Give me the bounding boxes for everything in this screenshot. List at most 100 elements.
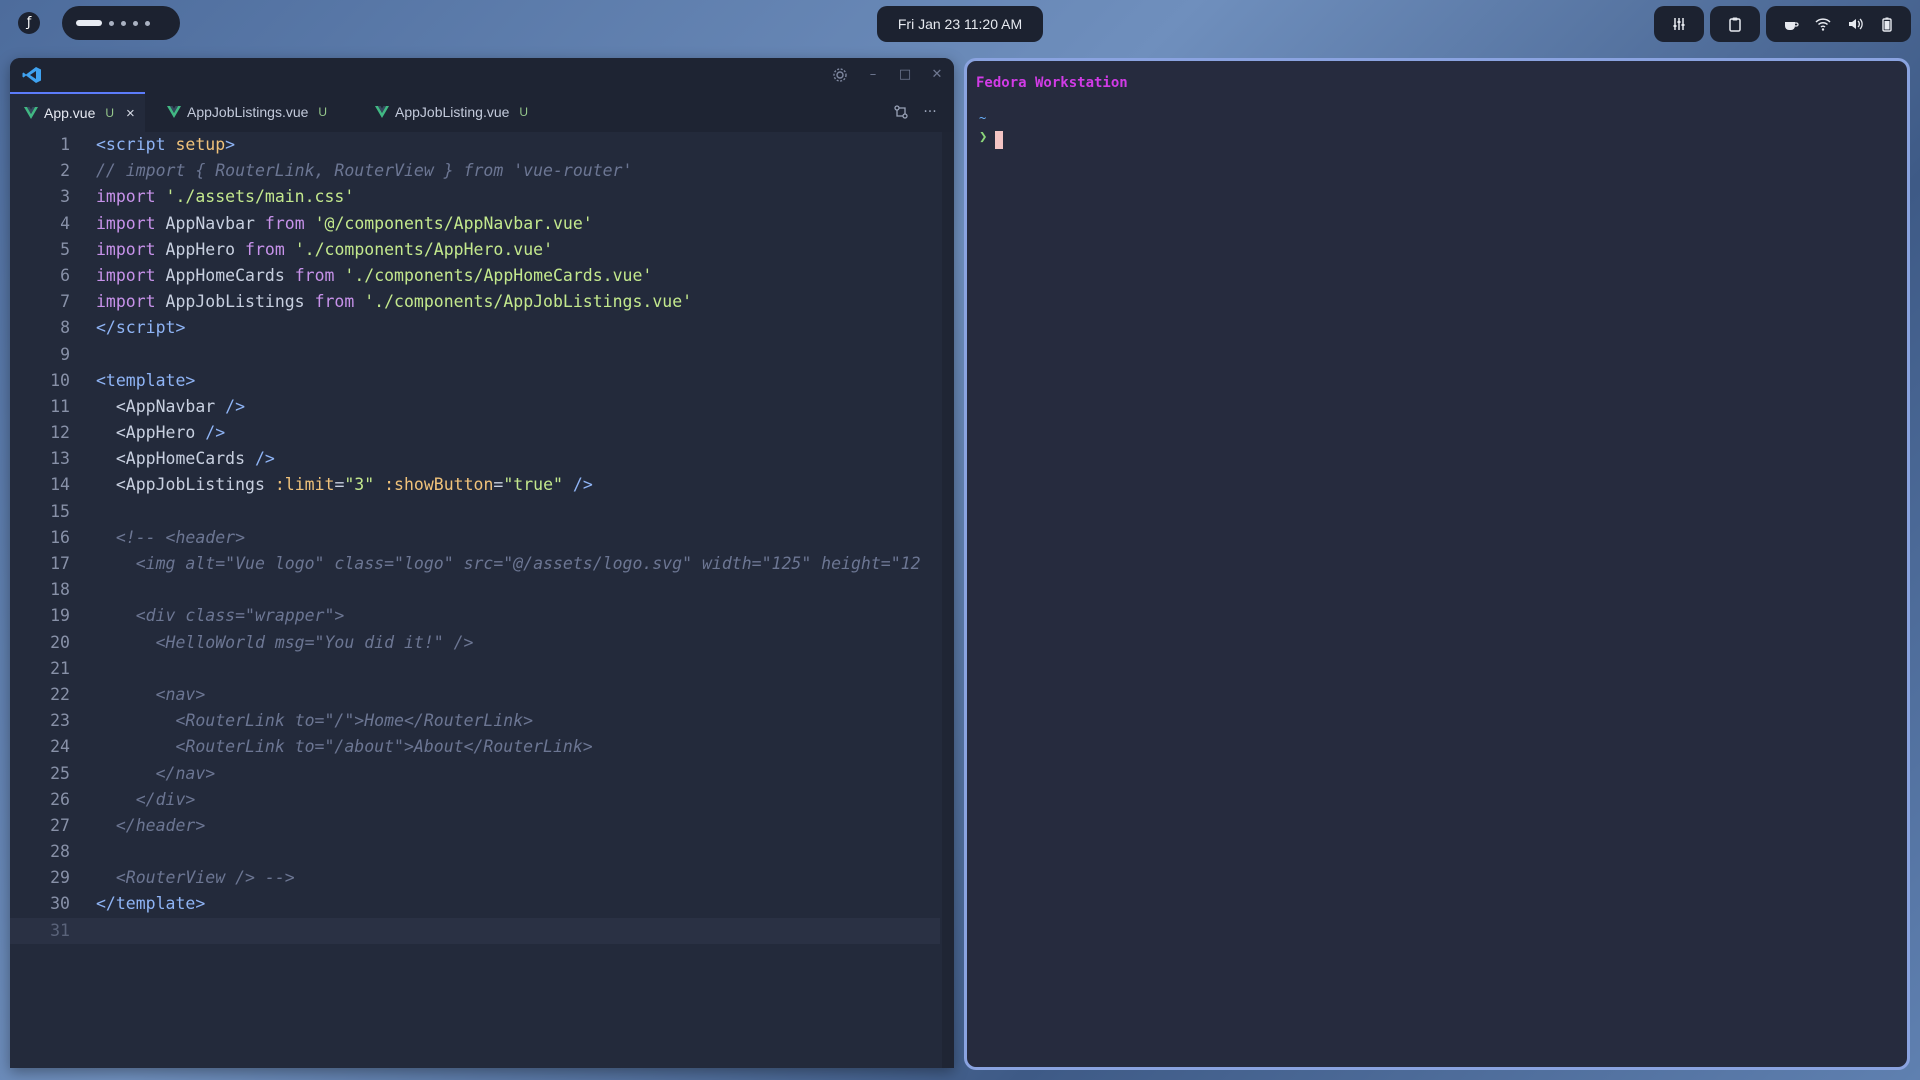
line-number: 25	[50, 763, 70, 783]
untracked-badge: U	[519, 105, 529, 119]
code-text[interactable]: <template>	[96, 368, 195, 394]
code-line[interactable]: 28	[10, 839, 940, 865]
line-number: 11	[50, 396, 70, 416]
vscode-logo-icon	[22, 67, 41, 83]
code-line[interactable]: 16 <!-- <header>	[10, 525, 940, 551]
code-line[interactable]: 26 </div>	[10, 787, 940, 813]
line-number: 13	[50, 449, 70, 469]
wifi-icon	[1814, 18, 1831, 31]
code-line[interactable]: 19 <div class="wrapper">	[10, 603, 940, 629]
source-control-compare-icon[interactable]	[892, 104, 910, 120]
code-line[interactable]: 7 import AppJobListings from './component…	[10, 289, 940, 315]
tab-appjoblisting-vue[interactable]: AppJobListing.vue U	[361, 92, 551, 132]
line-number: 9	[60, 344, 70, 364]
code-line[interactable]: 13 <AppHomeCards />	[10, 446, 940, 472]
workspace-dot[interactable]	[109, 20, 114, 26]
code-text[interactable]: import AppHero from './components/AppHer…	[96, 237, 553, 263]
line-number: 1	[60, 135, 70, 154]
code-text[interactable]: </nav>	[96, 761, 216, 787]
line-number: 29	[50, 868, 70, 888]
code-line[interactable]: 14 <AppJobListings :limit="3" :showButto…	[10, 472, 940, 498]
code-line[interactable]: 24 <RouterLink to="/about">About</Router…	[10, 734, 940, 760]
code-line[interactable]: 22 <nav>	[10, 682, 940, 708]
code-line[interactable]: 15	[10, 499, 940, 525]
equalizer-button[interactable]	[1654, 6, 1704, 42]
code-line[interactable]: 9	[10, 342, 940, 368]
code-text[interactable]: <!-- <header>	[96, 525, 245, 551]
line-number: 14	[50, 475, 70, 495]
minimize-icon[interactable]: –	[865, 67, 881, 83]
fedora-logo-icon[interactable]: ƒ	[18, 12, 40, 34]
editor-tab-bar: App.vue U × AppJobListings.vue U AppJobL…	[10, 92, 954, 132]
code-line[interactable]: 23 <RouterLink to="/">Home</RouterLink>	[10, 708, 940, 734]
code-text[interactable]: <div class="wrapper">	[96, 603, 345, 629]
workspace-dot[interactable]	[121, 20, 126, 26]
code-line[interactable]: 1 <script setup>	[10, 132, 940, 158]
code-line[interactable]: 30 </template>	[10, 891, 940, 917]
battery-icon	[1881, 17, 1892, 32]
code-text[interactable]: <HelloWorld msg="You did it!" />	[96, 630, 474, 656]
code-text[interactable]: <AppNavbar />	[96, 394, 245, 420]
workspace-dot[interactable]	[145, 20, 150, 26]
code-text[interactable]: import './assets/main.css'	[96, 184, 354, 210]
code-lines[interactable]: 1 <script setup> 2 // import { RouterLink, …	[10, 132, 940, 944]
tab-app-vue[interactable]: App.vue U ×	[10, 92, 145, 132]
code-line[interactable]: 20 <HelloWorld msg="You did it!" />	[10, 630, 940, 656]
gear-icon[interactable]	[832, 67, 848, 83]
code-line[interactable]: 29 <RouterView /> -->	[10, 865, 940, 891]
code-line[interactable]: 5 import AppHero from './components/AppHe…	[10, 237, 940, 263]
line-number: 15	[50, 501, 70, 521]
editor-scrollbar[interactable]	[942, 132, 954, 1068]
code-text[interactable]: <AppJobListings :limit="3" :showButton="…	[96, 472, 593, 498]
code-text[interactable]: </header>	[96, 813, 205, 839]
code-line[interactable]: 8 </script>	[10, 315, 940, 341]
code-text[interactable]: </div>	[96, 787, 196, 813]
code-line[interactable]: 21	[10, 656, 940, 682]
code-line[interactable]: 31	[10, 917, 940, 944]
clipboard-button[interactable]	[1710, 6, 1760, 42]
more-actions-icon[interactable]: ···	[921, 104, 939, 120]
code-text[interactable]: </template>	[96, 891, 205, 917]
code-text[interactable]: import AppHomeCards from './components/A…	[96, 263, 652, 289]
workspace-active-pill[interactable]	[76, 20, 102, 26]
code-text[interactable]: import AppNavbar from '@/components/AppN…	[96, 211, 593, 237]
code-text[interactable]: <nav>	[96, 682, 206, 708]
line-number: 6	[60, 265, 70, 285]
line-number: 21	[50, 658, 70, 678]
terminal-window[interactable]: Fedora Workstation ~ ❯	[964, 58, 1910, 1070]
line-number: 22	[50, 684, 70, 704]
code-line[interactable]: 11 <AppNavbar />	[10, 394, 940, 420]
line-number: 3	[60, 187, 70, 207]
tab-close-icon[interactable]: ×	[126, 105, 135, 122]
code-line[interactable]: 10 <template>	[10, 368, 940, 394]
code-text[interactable]: <AppHero />	[96, 420, 225, 446]
untracked-badge: U	[105, 106, 115, 120]
code-text[interactable]: <RouterView /> -->	[96, 865, 295, 891]
code-line[interactable]: 2 // import { RouterLink, RouterView } fr…	[10, 158, 940, 184]
workspace-dot[interactable]	[133, 20, 138, 26]
code-text[interactable]: <RouterLink to="/">Home</RouterLink>	[96, 708, 533, 734]
code-line[interactable]: 17 <img alt="Vue logo" class="logo" src=…	[10, 551, 940, 577]
code-line[interactable]: 25 </nav>	[10, 761, 940, 787]
code-text[interactable]: // import { RouterLink, RouterView } fro…	[96, 158, 632, 184]
code-text[interactable]: <img alt="Vue logo" class="logo" src="@/…	[96, 551, 921, 577]
code-text[interactable]: <AppHomeCards />	[96, 446, 275, 472]
tab-appjoblistings-vue[interactable]: AppJobListings.vue U	[153, 92, 351, 132]
code-text[interactable]: <RouterLink to="/about">About</RouterLin…	[96, 734, 592, 760]
code-line[interactable]: 3 import './assets/main.css'	[10, 184, 940, 210]
code-text[interactable]: <script setup>	[96, 132, 235, 158]
workspace-indicator[interactable]	[62, 6, 180, 40]
code-text[interactable]: import AppJobListings from './components…	[96, 289, 692, 315]
code-line[interactable]: 18	[10, 577, 940, 603]
code-text[interactable]: </script>	[96, 315, 185, 341]
clock[interactable]: Fri Jan 23 11:20 AM	[877, 6, 1043, 42]
maximize-icon[interactable]: □	[897, 67, 913, 83]
clipboard-icon	[1729, 17, 1741, 32]
code-line[interactable]: 27 </header>	[10, 813, 940, 839]
code-line[interactable]: 12 <AppHero />	[10, 420, 940, 446]
code-line[interactable]: 4 import AppNavbar from '@/components/App…	[10, 211, 940, 237]
code-line[interactable]: 6 import AppHomeCards from './components/…	[10, 263, 940, 289]
system-status-menu[interactable]	[1766, 6, 1911, 42]
code-editor[interactable]: 1 <script setup> 2 // import { RouterLink, …	[10, 132, 954, 1068]
close-icon[interactable]: ✕	[929, 67, 945, 83]
